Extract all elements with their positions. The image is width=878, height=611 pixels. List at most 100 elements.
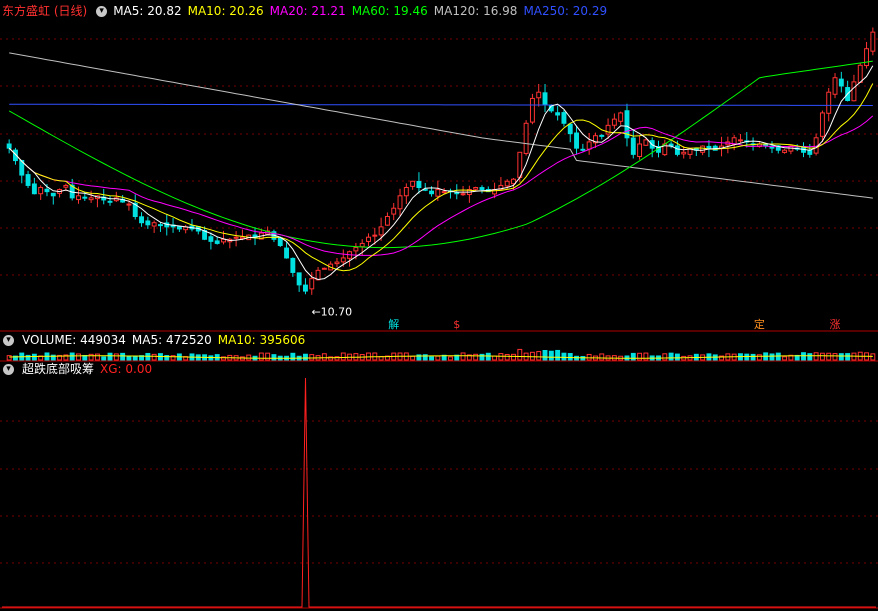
volume-bar [246, 354, 252, 361]
volume-bar [630, 352, 636, 361]
chevron-down-icon[interactable]: ▾ [96, 6, 108, 17]
candle-body [151, 222, 157, 227]
candle-body [334, 261, 340, 265]
candle-body [366, 236, 371, 242]
ma-legend-item: MA120: 16.98 [433, 4, 518, 18]
candle [719, 136, 724, 157]
candle-body [214, 240, 220, 244]
candle-body [674, 145, 680, 155]
ma-legend: MA5: 20.82 MA10: 20.26 MA20: 21.21 MA60: 19… [113, 4, 613, 18]
candle-body [586, 141, 592, 150]
volume-bar [120, 352, 126, 361]
ma5-line [8, 65, 874, 281]
candle-body [126, 203, 132, 206]
candle [624, 103, 630, 147]
candle [807, 143, 813, 158]
volume-bar [637, 352, 643, 361]
volume-bar [662, 353, 668, 361]
candle-body [290, 257, 296, 273]
candle [580, 143, 586, 152]
volume-bar [511, 353, 516, 361]
volume-bar [769, 353, 775, 361]
candle [542, 84, 548, 113]
candle-body [529, 97, 535, 123]
candle [536, 83, 542, 107]
candle [176, 226, 182, 232]
candle [618, 111, 624, 125]
candle [88, 190, 94, 203]
candle-body [435, 189, 441, 197]
candle-body [870, 31, 876, 52]
volume-bar [756, 354, 762, 361]
candle-body [403, 187, 409, 197]
candle-body [851, 81, 857, 102]
candle-body [50, 192, 56, 197]
ma-legend-item: MA60: 19.46 [351, 4, 428, 18]
candle [25, 170, 31, 189]
volume-bar [107, 352, 113, 361]
candle [145, 216, 151, 229]
candle [366, 233, 371, 247]
chevron-down-icon[interactable]: ▾ [3, 335, 14, 346]
volume-bar [567, 353, 573, 361]
candle [101, 188, 107, 205]
candle [448, 188, 453, 199]
volume-bar [750, 353, 756, 361]
candle-body [416, 180, 422, 189]
candle [158, 222, 163, 232]
volume-bar [668, 352, 674, 361]
ma60-line [8, 60, 873, 249]
candle [290, 257, 296, 277]
candle [725, 136, 731, 154]
candle-body [359, 242, 365, 248]
candle [391, 203, 397, 221]
volume-bar [265, 352, 271, 361]
chart-canvas[interactable]: ←10.70 解 $ 定 涨 [0, 0, 878, 611]
candle-body [599, 134, 605, 137]
candle [473, 186, 479, 191]
volume-bar [548, 350, 554, 361]
candle-body [107, 200, 113, 203]
candle-body [611, 118, 617, 126]
candle [870, 27, 876, 56]
candle [347, 250, 353, 267]
candle [233, 231, 239, 247]
volume-bar [410, 355, 416, 361]
candle [303, 278, 308, 295]
candle-body [555, 112, 561, 116]
candle-body [567, 123, 573, 135]
candle [529, 93, 535, 125]
volume-bar [435, 355, 441, 361]
candle-body [76, 195, 81, 201]
candle-body [479, 187, 485, 191]
xg-value: XG: 0.00 [100, 362, 153, 376]
candle-body [832, 77, 838, 95]
candle-body [561, 112, 567, 124]
low-price-label: ←10.70 [311, 306, 352, 319]
candle-body [819, 112, 825, 137]
candle [738, 133, 743, 144]
volume-bar [542, 349, 548, 361]
candle-body [838, 78, 844, 87]
candle [183, 224, 189, 234]
candle [864, 41, 869, 69]
candle-body [738, 139, 743, 142]
ma-legend-item: MA20: 21.21 [269, 4, 346, 18]
candle [6, 139, 12, 154]
candle [252, 227, 258, 246]
candle-body [63, 184, 69, 188]
candle-body [429, 190, 434, 195]
ma250-line [9, 103, 873, 106]
grid-lines [0, 38, 878, 564]
volume-bar [448, 356, 453, 361]
chevron-down-icon[interactable]: ▾ [3, 364, 14, 375]
candle-body [618, 112, 624, 122]
candle [567, 122, 573, 143]
candle [151, 220, 157, 233]
volume-bar [555, 349, 561, 361]
candle [662, 139, 668, 157]
candle [479, 185, 485, 194]
stock-title: 东方盛虹 (日线) [2, 4, 88, 18]
volume-bar [586, 353, 592, 361]
candle [599, 134, 605, 140]
